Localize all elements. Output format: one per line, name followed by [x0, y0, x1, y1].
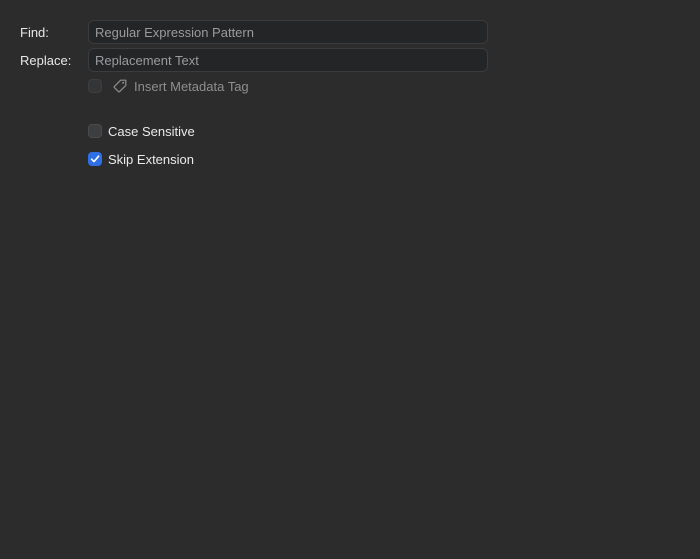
case-sensitive-option: Case Sensitive [88, 122, 195, 140]
insert-metadata-tag-option: Insert Metadata Tag [88, 77, 249, 95]
case-sensitive-label[interactable]: Case Sensitive [108, 124, 195, 139]
tag-icon [112, 78, 128, 94]
checkmark-icon [90, 155, 100, 163]
replace-label: Replace: [20, 53, 72, 68]
skip-extension-option: Skip Extension [88, 150, 194, 168]
case-sensitive-checkbox[interactable] [88, 124, 102, 138]
skip-extension-checkbox[interactable] [88, 152, 102, 166]
find-label: Find: [20, 25, 49, 40]
find-replace-panel: Find: Replace: Insert Metadata Tag Case … [0, 0, 700, 559]
skip-extension-label[interactable]: Skip Extension [108, 152, 194, 167]
find-field[interactable] [88, 20, 488, 44]
insert-metadata-tag-label: Insert Metadata Tag [134, 78, 249, 94]
replace-field[interactable] [88, 48, 488, 72]
insert-metadata-tag-checkbox[interactable] [88, 79, 102, 93]
